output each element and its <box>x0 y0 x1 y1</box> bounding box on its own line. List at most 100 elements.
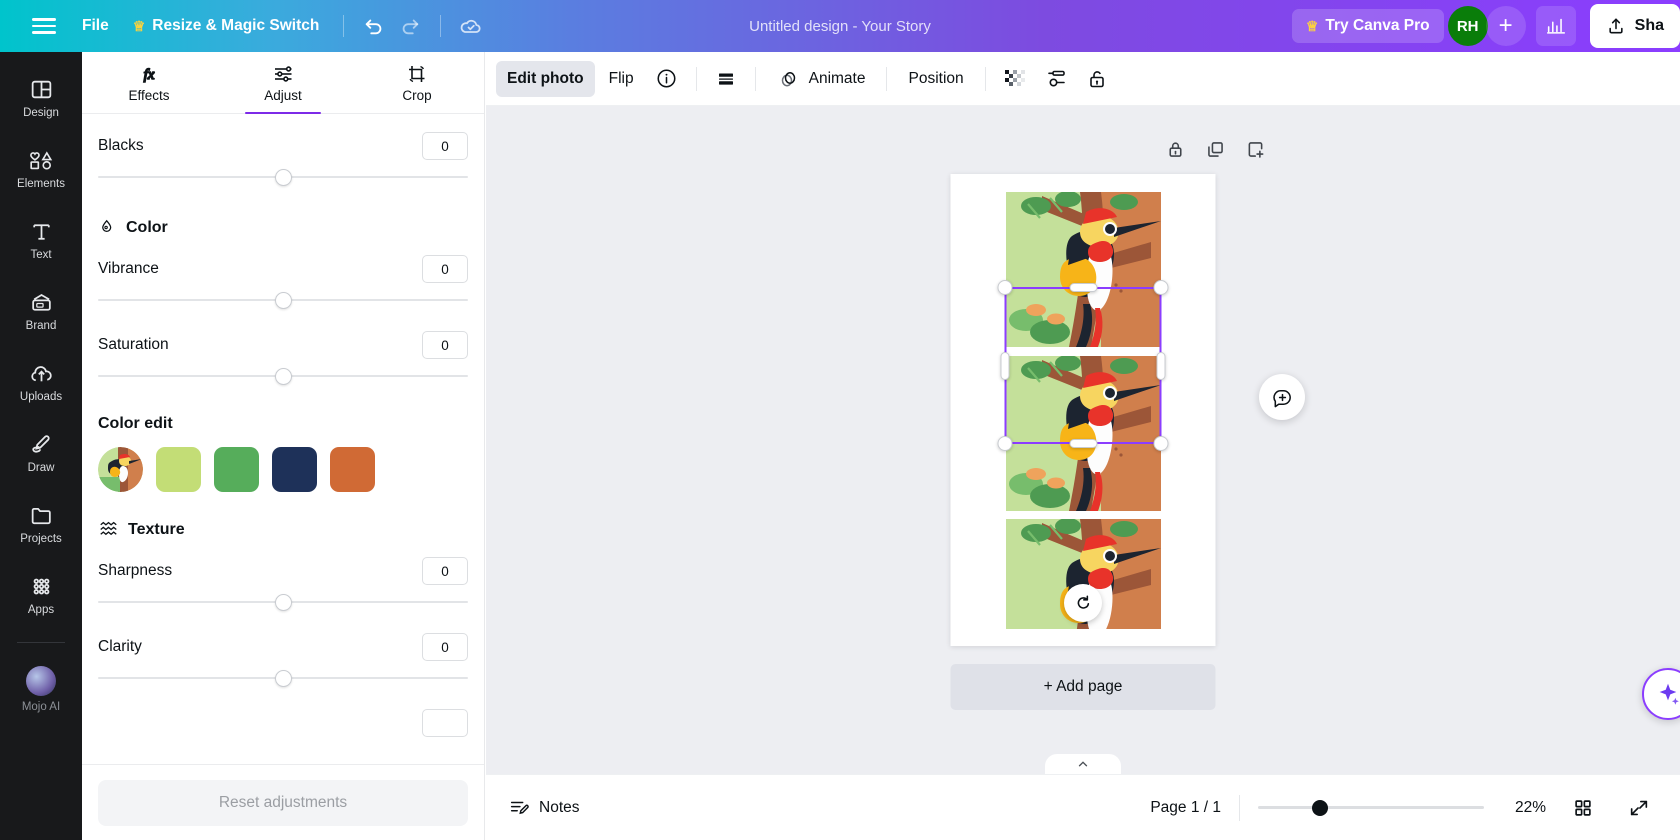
fullscreen-icon[interactable] <box>1620 790 1658 826</box>
toolbar-divider-4 <box>985 67 986 91</box>
hamburger-icon[interactable] <box>18 18 70 34</box>
slider-knob[interactable] <box>275 292 292 309</box>
lock-open-icon[interactable] <box>1078 61 1116 97</box>
bar-chart-icon[interactable] <box>1536 6 1576 46</box>
control-label: Blacks <box>98 137 144 155</box>
sharpness-slider[interactable] <box>98 589 468 615</box>
sidebar-item-projects[interactable]: Projects <box>5 494 77 552</box>
tab-effects[interactable]: fx Effects <box>82 52 216 113</box>
control-clarity: Clarity 0 <box>98 631 468 691</box>
duplicate-page-icon[interactable] <box>1202 136 1228 162</box>
sidebar-item-label: Uploads <box>20 391 62 403</box>
tab-crop[interactable]: Crop <box>350 52 484 113</box>
swatch-navy[interactable] <box>272 447 317 492</box>
sidebar-item-uploads[interactable]: Uploads <box>5 352 77 410</box>
blacks-value-input[interactable]: 0 <box>422 132 468 160</box>
slider-knob[interactable] <box>275 670 292 687</box>
next-value-input[interactable] <box>422 709 468 737</box>
edit-photo-button[interactable]: Edit photo <box>496 61 595 97</box>
sidebar-item-mojo-ai[interactable]: Mojo AI <box>5 657 77 720</box>
resize-handle-bottom-right[interactable] <box>1154 436 1169 451</box>
share-button[interactable]: Sha <box>1590 4 1680 48</box>
add-page-icon[interactable] <box>1242 136 1268 162</box>
sidebar-item-draw[interactable]: Draw <box>5 423 77 481</box>
canvas-area[interactable]: + Add page <box>486 106 1680 774</box>
blacks-slider[interactable] <box>98 164 468 190</box>
add-page-label: + Add page <box>1044 678 1123 696</box>
resize-handle-top-right[interactable] <box>1154 280 1169 295</box>
waves-icon <box>98 520 119 539</box>
upload-icon <box>1606 16 1626 36</box>
lock-page-icon[interactable] <box>1162 136 1188 162</box>
grid-view-icon[interactable] <box>1564 790 1602 826</box>
swatch-orange[interactable] <box>330 447 375 492</box>
sidebar-item-elements[interactable]: Elements <box>5 139 77 197</box>
collapse-panel-toggle[interactable] <box>1045 754 1121 774</box>
slider-knob[interactable] <box>275 368 292 385</box>
zoom-knob[interactable] <box>1312 800 1328 816</box>
undo-icon[interactable] <box>356 8 392 44</box>
clarity-slider[interactable] <box>98 665 468 691</box>
crown-icon: ♕ <box>1306 18 1319 35</box>
animate-button[interactable]: Animate <box>766 61 877 97</box>
slider-knob[interactable] <box>275 169 292 186</box>
resize-magic-switch-button[interactable]: ♕ Resize & Magic Switch <box>121 10 332 42</box>
sidebar-item-apps[interactable]: Apps <box>5 565 77 623</box>
sharpness-value-input[interactable]: 0 <box>422 557 468 585</box>
resize-handle-bottom-left[interactable] <box>998 436 1013 451</box>
tab-label: Adjust <box>264 88 302 103</box>
swatch-green[interactable] <box>214 447 259 492</box>
resize-handle-right[interactable] <box>1157 352 1166 380</box>
source-image-swatch[interactable] <box>98 447 143 492</box>
slider-knob[interactable] <box>275 594 292 611</box>
grid-dots-icon <box>29 574 54 599</box>
add-collaborator-button[interactable]: + <box>1486 6 1526 46</box>
vibrance-slider[interactable] <box>98 287 468 313</box>
saturation-value-input[interactable]: 0 <box>422 331 468 359</box>
share-label: Sha <box>1635 17 1664 35</box>
resize-handle-bottom[interactable] <box>1069 439 1097 448</box>
notes-label: Notes <box>539 799 580 817</box>
position-button[interactable]: Position <box>897 61 974 97</box>
add-page-button[interactable]: + Add page <box>951 664 1216 710</box>
swatch-light-green[interactable] <box>156 447 201 492</box>
file-menu-label: File <box>82 17 109 35</box>
control-vibrance: Vibrance 0 <box>98 253 468 313</box>
zoom-slider[interactable] <box>1258 798 1484 818</box>
sidebar-item-design[interactable]: Design <box>5 68 77 126</box>
resize-handle-top[interactable] <box>1069 283 1097 292</box>
avatar[interactable]: RH <box>1448 6 1488 46</box>
resize-handle-top-left[interactable] <box>998 280 1013 295</box>
redo-icon[interactable] <box>392 8 428 44</box>
notes-button[interactable]: Notes <box>508 797 580 819</box>
flip-button[interactable]: Flip <box>598 61 645 97</box>
cloud-check-icon[interactable] <box>453 8 489 44</box>
info-circle-icon[interactable] <box>648 61 686 97</box>
magic-sparkle-icon[interactable] <box>1642 668 1680 720</box>
rotate-handle-icon[interactable] <box>1064 584 1102 622</box>
clarity-value: 0 <box>441 640 449 655</box>
saturation-slider[interactable] <box>98 363 468 389</box>
sidebar-item-brand[interactable]: Brand <box>5 281 77 339</box>
file-menu-button[interactable]: File <box>70 10 121 42</box>
flip-label: Flip <box>609 70 634 88</box>
selection-frame[interactable] <box>1005 287 1162 444</box>
sidebar-item-text[interactable]: Text <box>5 210 77 268</box>
layers-bars-icon[interactable] <box>707 61 745 97</box>
vibrance-value-input[interactable]: 0 <box>422 255 468 283</box>
tab-adjust[interactable]: Adjust <box>216 52 350 113</box>
page-indicator[interactable]: Page 1 / 1 <box>1150 799 1221 817</box>
resize-handle-left[interactable] <box>1001 352 1010 380</box>
try-canva-pro-button[interactable]: ♕ Try Canva Pro <box>1292 9 1444 43</box>
duration-icon[interactable] <box>1037 61 1075 97</box>
clarity-value-input[interactable]: 0 <box>422 633 468 661</box>
control-saturation: Saturation 0 <box>98 329 468 389</box>
transparency-checker-icon[interactable] <box>996 61 1034 97</box>
svg-text:fx: fx <box>144 67 155 83</box>
comment-plus-icon[interactable] <box>1259 374 1305 420</box>
status-bar: Notes Page 1 / 1 22% <box>486 774 1680 840</box>
reset-adjustments-button[interactable]: Reset adjustments <box>98 780 468 826</box>
top-bar: File ♕ Resize & Magic Switch Untitled de… <box>0 0 1680 52</box>
panel-footer: Reset adjustments <box>82 764 484 840</box>
zoom-percent[interactable]: 22% <box>1502 799 1546 817</box>
